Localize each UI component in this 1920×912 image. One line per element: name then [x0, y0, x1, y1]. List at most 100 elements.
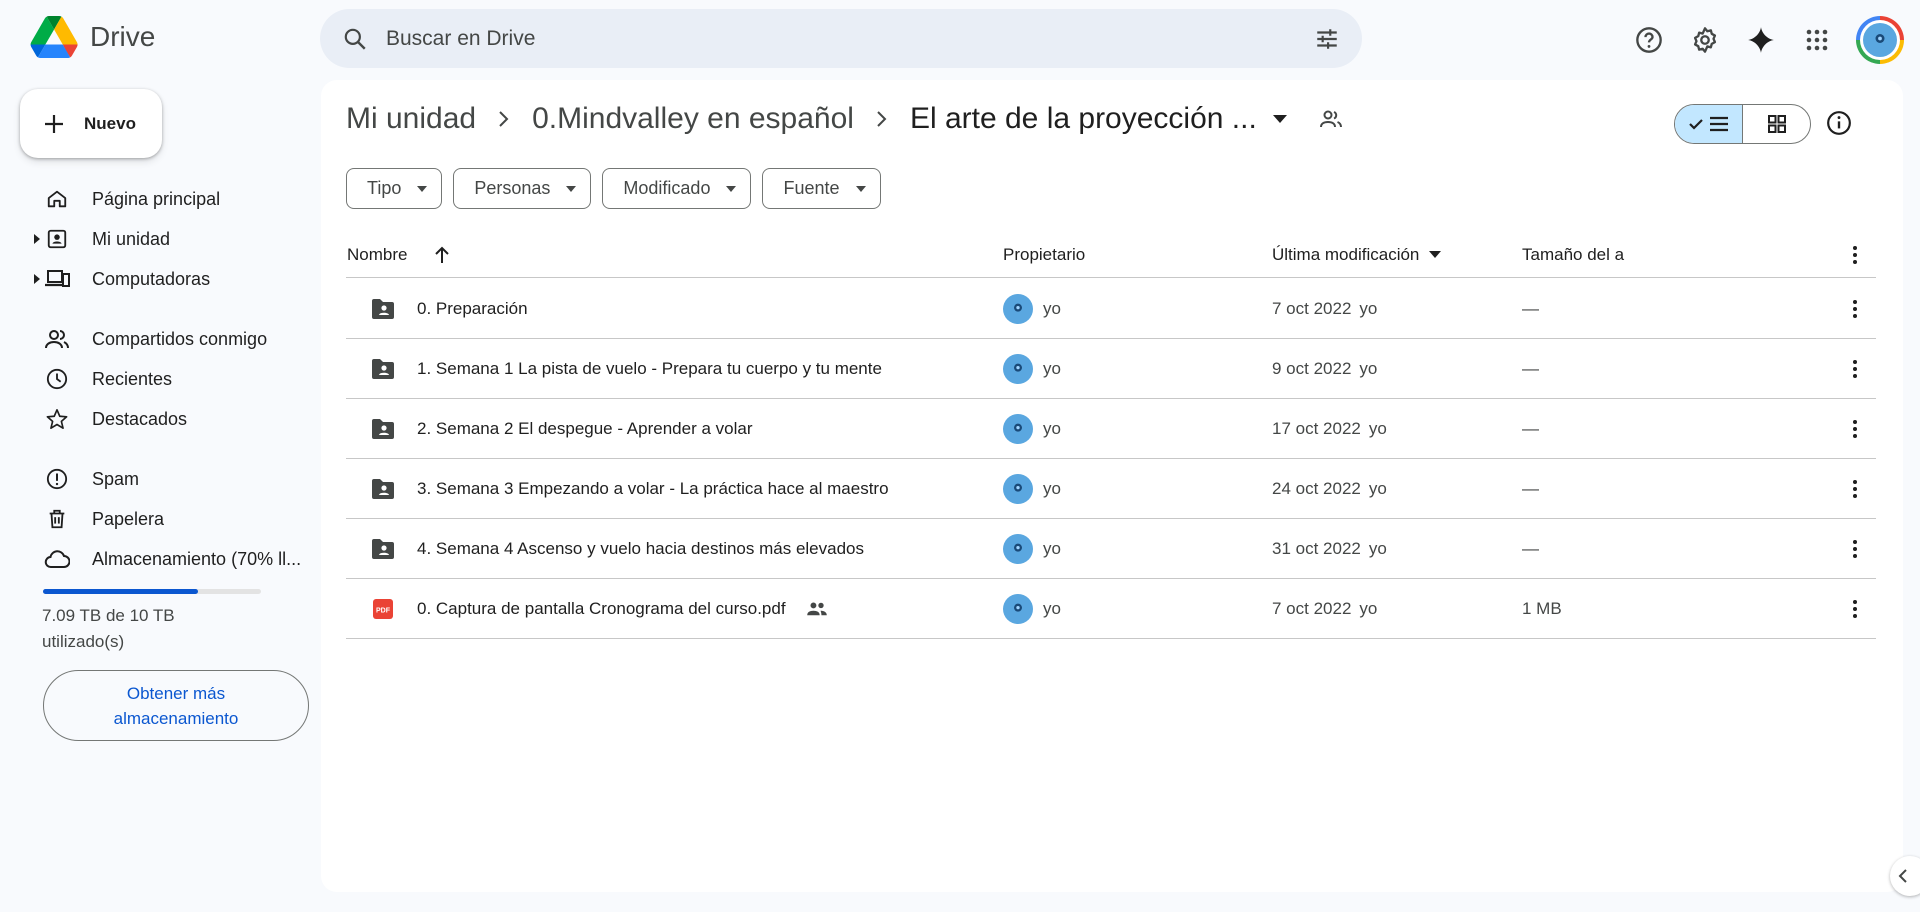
apps-grid-icon[interactable]: [1800, 23, 1834, 57]
column-more-vert-icon[interactable]: [1840, 232, 1870, 277]
chevron-right-icon: [498, 110, 510, 128]
sort-caret-down-icon: [1429, 251, 1442, 258]
sidebar-item-home[interactable]: Página principal: [20, 179, 320, 219]
owner-cell: yo: [1003, 279, 1061, 338]
drive-logo[interactable]: Drive: [30, 16, 155, 58]
dropdown-caret-icon: [566, 185, 577, 192]
table-row[interactable]: 2. Semana 2 El despegue - Aprender a vol…: [346, 399, 1876, 459]
table-row[interactable]: 1. Semana 1 La pista de vuelo - Prepara …: [346, 339, 1876, 399]
clock-icon: [42, 368, 72, 390]
dropdown-caret-icon: [726, 185, 737, 192]
expand-arrow-icon[interactable]: [20, 234, 42, 244]
my-drive-icon: [42, 228, 72, 250]
shared-folder-icon: [372, 418, 394, 439]
breadcrumb: Mi unidad 0.Mindvalley en español El art…: [346, 102, 1343, 136]
view-toggle: [1674, 104, 1811, 144]
get-more-storage-button[interactable]: Obtener más almacenamiento: [43, 670, 309, 741]
more-vert-icon[interactable]: [1840, 339, 1870, 398]
gemini-sparkle-icon[interactable]: [1744, 23, 1778, 57]
owner-avatar: [1003, 413, 1033, 444]
size-cell: —: [1522, 538, 1539, 558]
dropdown-caret-icon: [417, 185, 428, 192]
size-cell: —: [1522, 358, 1539, 378]
column-owner-header[interactable]: Propietario: [1003, 232, 1085, 277]
file-name: 0. Preparación: [417, 298, 528, 318]
file-name: 2. Semana 2 El despegue - Aprender a vol…: [417, 418, 753, 438]
new-button[interactable]: Nuevo: [20, 89, 162, 158]
sidebar-item-trash[interactable]: Papelera: [20, 499, 320, 539]
filter-people-chip[interactable]: Personas: [453, 168, 592, 209]
storage-usage-text: 7.09 TB de 10 TB utilizado(s): [42, 606, 175, 651]
svg-text:PDF: PDF: [376, 607, 391, 614]
shared-indicator: [806, 601, 828, 617]
more-vert-icon[interactable]: [1840, 399, 1870, 458]
storage-bar: [43, 589, 261, 594]
owner-avatar: [1003, 293, 1033, 324]
shared-folder-icon: [372, 358, 394, 379]
table-row[interactable]: PDF 0. Captura de pantalla Cronograma de…: [346, 579, 1876, 639]
more-vert-icon[interactable]: [1840, 279, 1870, 338]
search-bar[interactable]: [320, 9, 1362, 68]
grid-view-button[interactable]: [1743, 105, 1810, 143]
share-people-icon[interactable]: [1319, 109, 1343, 129]
column-name-header[interactable]: Nombre: [347, 232, 451, 277]
shared-icon: [42, 328, 72, 350]
sidebar-item-recent[interactable]: Recientes: [20, 359, 320, 399]
search-options-icon[interactable]: [1314, 26, 1340, 52]
account-avatar[interactable]: [1856, 16, 1904, 64]
more-vert-icon[interactable]: [1840, 459, 1870, 518]
modified-cell: 31 oct 2022 yo: [1272, 538, 1387, 558]
filter-modified-chip[interactable]: Modificado: [602, 168, 752, 209]
home-icon: [42, 188, 72, 210]
filter-source-chip[interactable]: Fuente: [762, 168, 881, 209]
info-icon[interactable]: [1826, 110, 1852, 136]
shared-folder-icon: [372, 298, 394, 319]
sidebar-item-storage[interactable]: Almacenamiento (70% ll...: [20, 539, 320, 579]
sidebar-item-computers[interactable]: Computadoras: [20, 259, 320, 299]
settings-gear-icon[interactable]: [1688, 23, 1722, 57]
chevron-right-icon: [876, 110, 888, 128]
sidebar-item-spam[interactable]: Spam: [20, 459, 320, 499]
sidebar-item-my-drive[interactable]: Mi unidad: [20, 219, 320, 259]
grid-view-icon: [1767, 115, 1786, 133]
cloud-icon: [42, 549, 72, 569]
expand-arrow-icon[interactable]: [20, 274, 42, 284]
breadcrumb-item-my-drive[interactable]: Mi unidad: [346, 102, 476, 136]
modified-cell: 17 oct 2022 yo: [1272, 418, 1387, 438]
column-modified-header[interactable]: Última modificación: [1272, 232, 1442, 277]
table-row[interactable]: 0. Preparación yo 7 oct 2022 yo —: [346, 279, 1876, 339]
sidebar-item-starred[interactable]: Destacados: [20, 399, 320, 439]
pdf-file-icon: PDF: [373, 598, 393, 619]
list-view-button[interactable]: [1675, 105, 1743, 143]
owner-avatar: [1003, 473, 1033, 504]
breadcrumb-current-folder[interactable]: El arte de la proyección ...: [910, 102, 1257, 136]
chevron-left-icon: [1898, 869, 1907, 883]
owner-avatar: [1003, 593, 1033, 624]
file-name: 3. Semana 3 Empezando a volar - La práct…: [417, 478, 889, 498]
modified-cell: 7 oct 2022 yo: [1272, 298, 1378, 318]
search-input[interactable]: [386, 26, 1266, 51]
top-actions: [1632, 16, 1904, 64]
owner-cell: yo: [1003, 579, 1061, 638]
new-button-label: Nuevo: [84, 113, 136, 133]
plus-icon: [45, 114, 63, 133]
sidebar-item-shared[interactable]: Compartidos conmigo: [20, 319, 320, 359]
size-cell: —: [1522, 418, 1539, 438]
column-size-header[interactable]: Tamaño del a: [1522, 232, 1626, 277]
search-icon[interactable]: [342, 26, 368, 52]
sort-arrow-up-icon[interactable]: [433, 245, 451, 265]
table-row[interactable]: 4. Semana 4 Ascenso y vuelo hacia destin…: [346, 519, 1876, 579]
filter-type-chip[interactable]: Tipo: [346, 168, 443, 209]
help-icon[interactable]: [1632, 23, 1666, 57]
more-vert-icon[interactable]: [1840, 579, 1870, 638]
more-vert-icon[interactable]: [1840, 519, 1870, 578]
breadcrumb-item-mindvalley[interactable]: 0.Mindvalley en español: [532, 102, 854, 136]
folder-menu-caret-icon[interactable]: [1272, 115, 1287, 123]
table-row[interactable]: 3. Semana 3 Empezando a volar - La práct…: [346, 459, 1876, 519]
modified-cell: 24 oct 2022 yo: [1272, 478, 1387, 498]
owner-cell: yo: [1003, 459, 1061, 518]
file-name: 4. Semana 4 Ascenso y vuelo hacia destin…: [417, 538, 864, 558]
filter-chips: Tipo Personas Modificado Fuente: [346, 168, 881, 209]
size-cell: —: [1522, 478, 1539, 498]
size-cell: —: [1522, 298, 1539, 318]
